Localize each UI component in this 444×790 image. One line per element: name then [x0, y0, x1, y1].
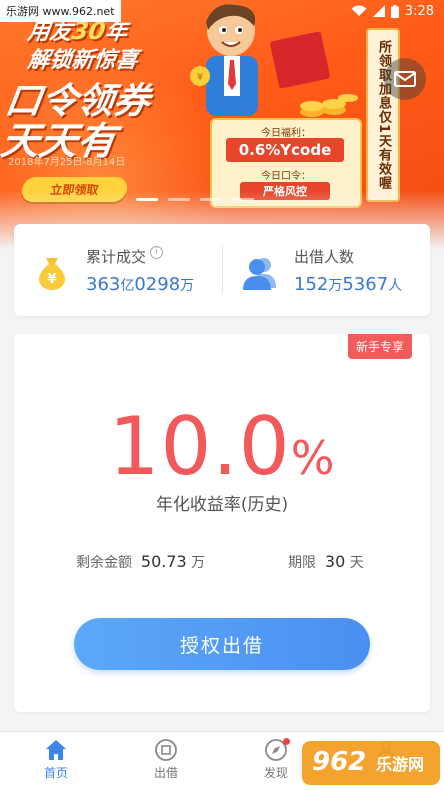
home-icon	[46, 740, 66, 760]
red-envelope-illustration	[269, 31, 331, 89]
message-button[interactable]	[384, 58, 426, 100]
borrowers-count-label: 出借人数	[294, 248, 355, 266]
stats-divider	[222, 246, 223, 294]
annual-rate-label: 年化收益率(历史)	[155, 495, 289, 515]
battery-icon	[390, 4, 399, 18]
remaining-amount: 剩余金额 50.73 万	[76, 552, 206, 571]
tab-home-label: 首页	[43, 766, 68, 780]
carousel-indicator	[136, 198, 254, 201]
notification-dot	[283, 738, 290, 745]
people-icon	[243, 258, 276, 290]
claim-now-button[interactable]: 立即领取	[20, 177, 129, 202]
today-code-card: 今日福利： 0.6%Ycode 今日口令： 严格风控	[210, 118, 362, 208]
tab-lend-label: 出借	[153, 766, 178, 780]
borrowers-count-stat[interactable]: 出借人数 152万5367人	[222, 224, 430, 316]
carousel-dot[interactable]	[200, 198, 222, 201]
carousel-dot[interactable]	[168, 198, 190, 201]
tab-home[interactable]: 首页	[26, 738, 86, 781]
cumulative-volume-label: 累计成交 i	[86, 246, 164, 267]
newbie-product-card[interactable]: 新手专享 10.0% 年化收益率(历史) 剩余金额 50.73 万 期限 30 …	[14, 334, 430, 712]
banner-headline-line2: 解锁新惊喜	[25, 48, 140, 73]
tab-discover[interactable]: 发现	[246, 738, 306, 781]
lend-icon	[155, 739, 177, 761]
wifi-icon	[351, 5, 367, 16]
status-time: 3:28	[404, 3, 434, 19]
term-period: 期限 30 天	[288, 552, 364, 571]
borrowers-count-value: 152万5367人	[294, 274, 403, 295]
watermark-logo-text: 乐游网	[376, 755, 424, 774]
coins-illustration	[300, 94, 358, 117]
watermark-top-label: 乐游网 www.962.net	[0, 0, 121, 22]
mail-icon	[394, 71, 416, 87]
notice-scroll: 所领取加息仅1天有效喔	[366, 28, 400, 202]
cumulative-volume-stat[interactable]: ¥ 累计成交 i 363亿0298万	[14, 224, 222, 316]
banner-date-range: 2018年7月25日-8月14日	[8, 157, 126, 168]
info-icon[interactable]: i	[150, 246, 164, 259]
newbie-exclusive-badge: 新手专享	[347, 334, 412, 359]
today-welfare-label: 今日福利：	[261, 128, 311, 139]
watermark-logo-number: 962	[312, 747, 366, 777]
today-welfare-value: 0.6%Ycode	[226, 138, 344, 162]
tab-lend[interactable]: 出借	[136, 738, 196, 781]
cumulative-volume-value: 363亿0298万	[86, 274, 195, 295]
svg-text:¥: ¥	[197, 72, 203, 83]
carousel-dot[interactable]	[136, 198, 158, 201]
signal-icon	[372, 5, 385, 17]
svg-text:¥: ¥	[47, 272, 56, 287]
annual-rate-value: 10.0%	[108, 400, 336, 493]
promo-banner[interactable]: 用友30年 解锁新惊喜 口令领券 天天有 2018年7月25日-8月14日 立即…	[0, 0, 444, 250]
today-code-label: 今日口令：	[261, 171, 311, 182]
carousel-dot[interactable]	[232, 198, 254, 201]
money-bag-icon: ¥	[39, 258, 65, 290]
authorize-lend-button[interactable]: 授权出借	[74, 618, 370, 670]
tab-discover-label: 发现	[263, 766, 288, 780]
watermark-logo: 962 乐游网	[302, 741, 440, 785]
platform-stats-card: ¥ 累计成交 i 363亿0298万 出借人数 152万5367人	[14, 224, 430, 316]
